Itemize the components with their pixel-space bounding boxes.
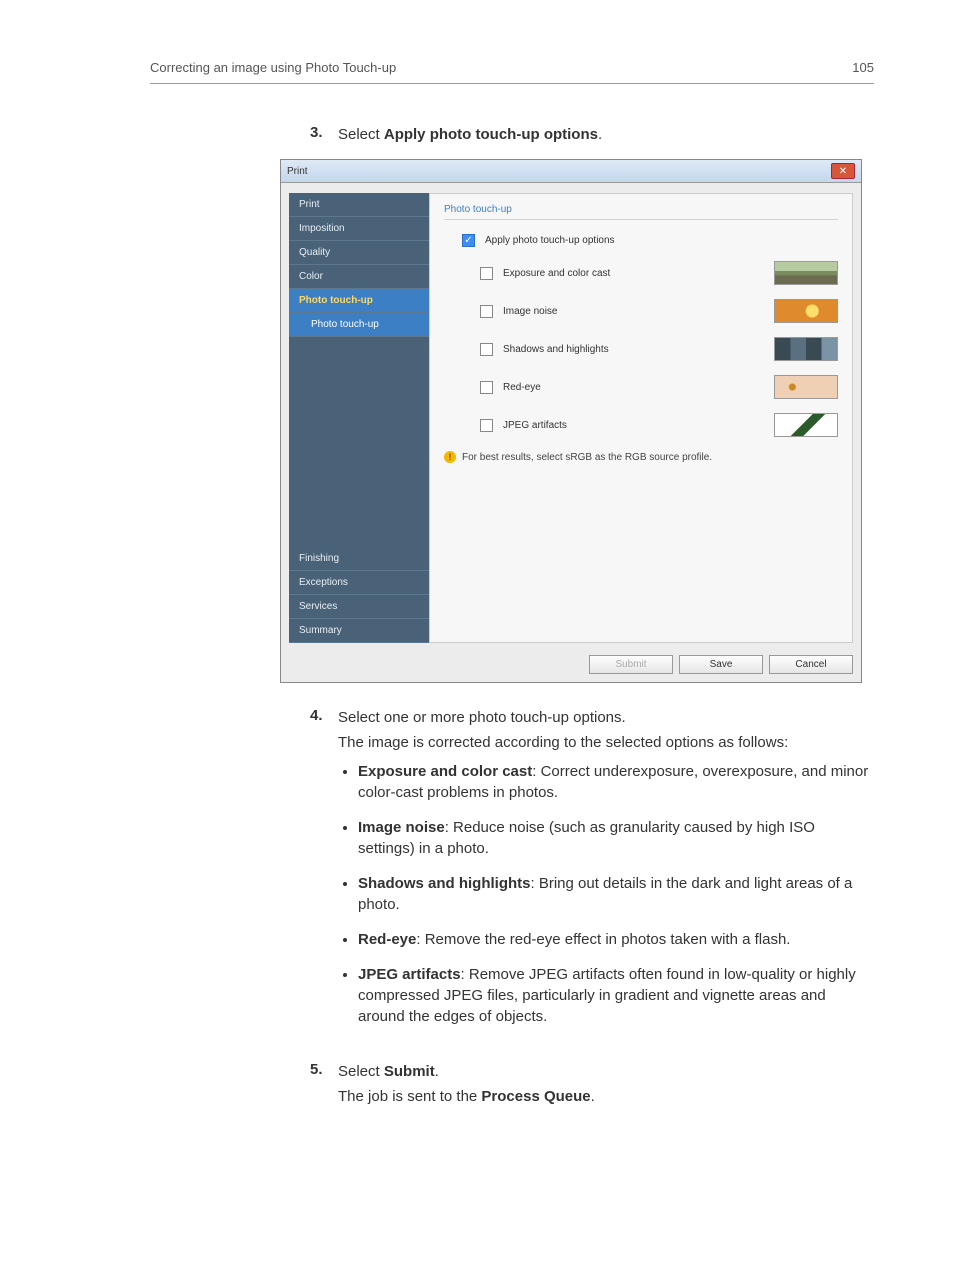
shadows-checkbox[interactable] xyxy=(480,343,493,356)
submit-button[interactable]: Submit xyxy=(589,655,673,674)
noise-label: Image noise xyxy=(503,306,764,317)
pane-title: Photo touch-up xyxy=(444,200,838,220)
print-dialog: Print ✕ Print Imposition Quality Color P… xyxy=(280,159,862,683)
step-number: 5. xyxy=(310,1061,338,1107)
step-4: 4. Select one or more photo touch-up opt… xyxy=(310,707,874,1047)
exposure-thumb xyxy=(774,261,838,285)
sidebar-item-print[interactable]: Print xyxy=(289,193,429,217)
sidebar-item-exceptions[interactable]: Exceptions xyxy=(289,571,429,595)
noise-checkbox[interactable] xyxy=(480,305,493,318)
titlebar: Print ✕ xyxy=(281,160,861,183)
page-header: Correcting an image using Photo Touch-up… xyxy=(150,60,874,75)
step-number: 3. xyxy=(310,124,338,145)
step-5: 5. Select Submit. The job is sent to the… xyxy=(310,1061,874,1107)
list-item: Shadows and highlights: Bring out detail… xyxy=(358,873,874,915)
sidebar-item-imposition[interactable]: Imposition xyxy=(289,217,429,241)
sidebar-subitem-photo-touchup[interactable]: Photo touch-up xyxy=(289,313,429,337)
close-icon[interactable]: ✕ xyxy=(831,163,855,179)
redeye-label: Red-eye xyxy=(503,382,764,393)
content-pane: Photo touch-up ✓ Apply photo touch-up op… xyxy=(429,193,853,643)
step-content: Select Apply photo touch-up options. xyxy=(338,124,874,145)
noise-row: Image noise xyxy=(480,299,838,323)
warning-icon: ! xyxy=(444,451,456,463)
step-3: 3. Select Apply photo touch-up options. xyxy=(310,124,874,145)
step-content: Select Submit. The job is sent to the Pr… xyxy=(338,1061,874,1107)
sidebar-item-services[interactable]: Services xyxy=(289,595,429,619)
jpeg-label: JPEG artifacts xyxy=(503,420,764,431)
sidebar-item-color[interactable]: Color xyxy=(289,265,429,289)
jpeg-row: JPEG artifacts xyxy=(480,413,838,437)
redeye-thumb xyxy=(774,375,838,399)
exposure-checkbox[interactable] xyxy=(480,267,493,280)
note-row: ! For best results, select sRGB as the R… xyxy=(444,451,838,463)
apply-label: Apply photo touch-up options xyxy=(485,235,838,246)
exposure-row: Exposure and color cast xyxy=(480,261,838,285)
shadows-label: Shadows and highlights xyxy=(503,344,764,355)
exposure-label: Exposure and color cast xyxy=(503,268,764,279)
sidebar-item-summary[interactable]: Summary xyxy=(289,619,429,643)
apply-option-row: ✓ Apply photo touch-up options xyxy=(462,234,838,247)
note-text: For best results, select sRGB as the RGB… xyxy=(462,452,712,463)
window-title: Print xyxy=(287,166,308,177)
step-number: 4. xyxy=(310,707,338,1047)
options-list: Exposure and color cast: Correct underex… xyxy=(358,761,874,1027)
shadows-row: Shadows and highlights xyxy=(480,337,838,361)
list-item: Red-eye: Remove the red-eye effect in ph… xyxy=(358,929,874,950)
jpeg-checkbox[interactable] xyxy=(480,419,493,432)
sidebar: Print Imposition Quality Color Photo tou… xyxy=(289,193,429,643)
header-rule xyxy=(150,83,874,84)
redeye-checkbox[interactable] xyxy=(480,381,493,394)
dialog-footer: Submit Save Cancel xyxy=(281,647,861,682)
header-left: Correcting an image using Photo Touch-up xyxy=(150,60,396,75)
list-item: JPEG artifacts: Remove JPEG artifacts of… xyxy=(358,964,874,1027)
jpeg-thumb xyxy=(774,413,838,437)
cancel-button[interactable]: Cancel xyxy=(769,655,853,674)
header-page-number: 105 xyxy=(852,60,874,75)
redeye-row: Red-eye xyxy=(480,375,838,399)
step-content: Select one or more photo touch-up option… xyxy=(338,707,874,1047)
noise-thumb xyxy=(774,299,838,323)
apply-checkbox[interactable]: ✓ xyxy=(462,234,475,247)
sidebar-item-finishing[interactable]: Finishing xyxy=(289,547,429,571)
list-item: Image noise: Reduce noise (such as granu… xyxy=(358,817,874,859)
sidebar-item-quality[interactable]: Quality xyxy=(289,241,429,265)
sidebar-item-photo-touchup[interactable]: Photo touch-up xyxy=(289,289,429,313)
list-item: Exposure and color cast: Correct underex… xyxy=(358,761,874,803)
save-button[interactable]: Save xyxy=(679,655,763,674)
shadows-thumb xyxy=(774,337,838,361)
